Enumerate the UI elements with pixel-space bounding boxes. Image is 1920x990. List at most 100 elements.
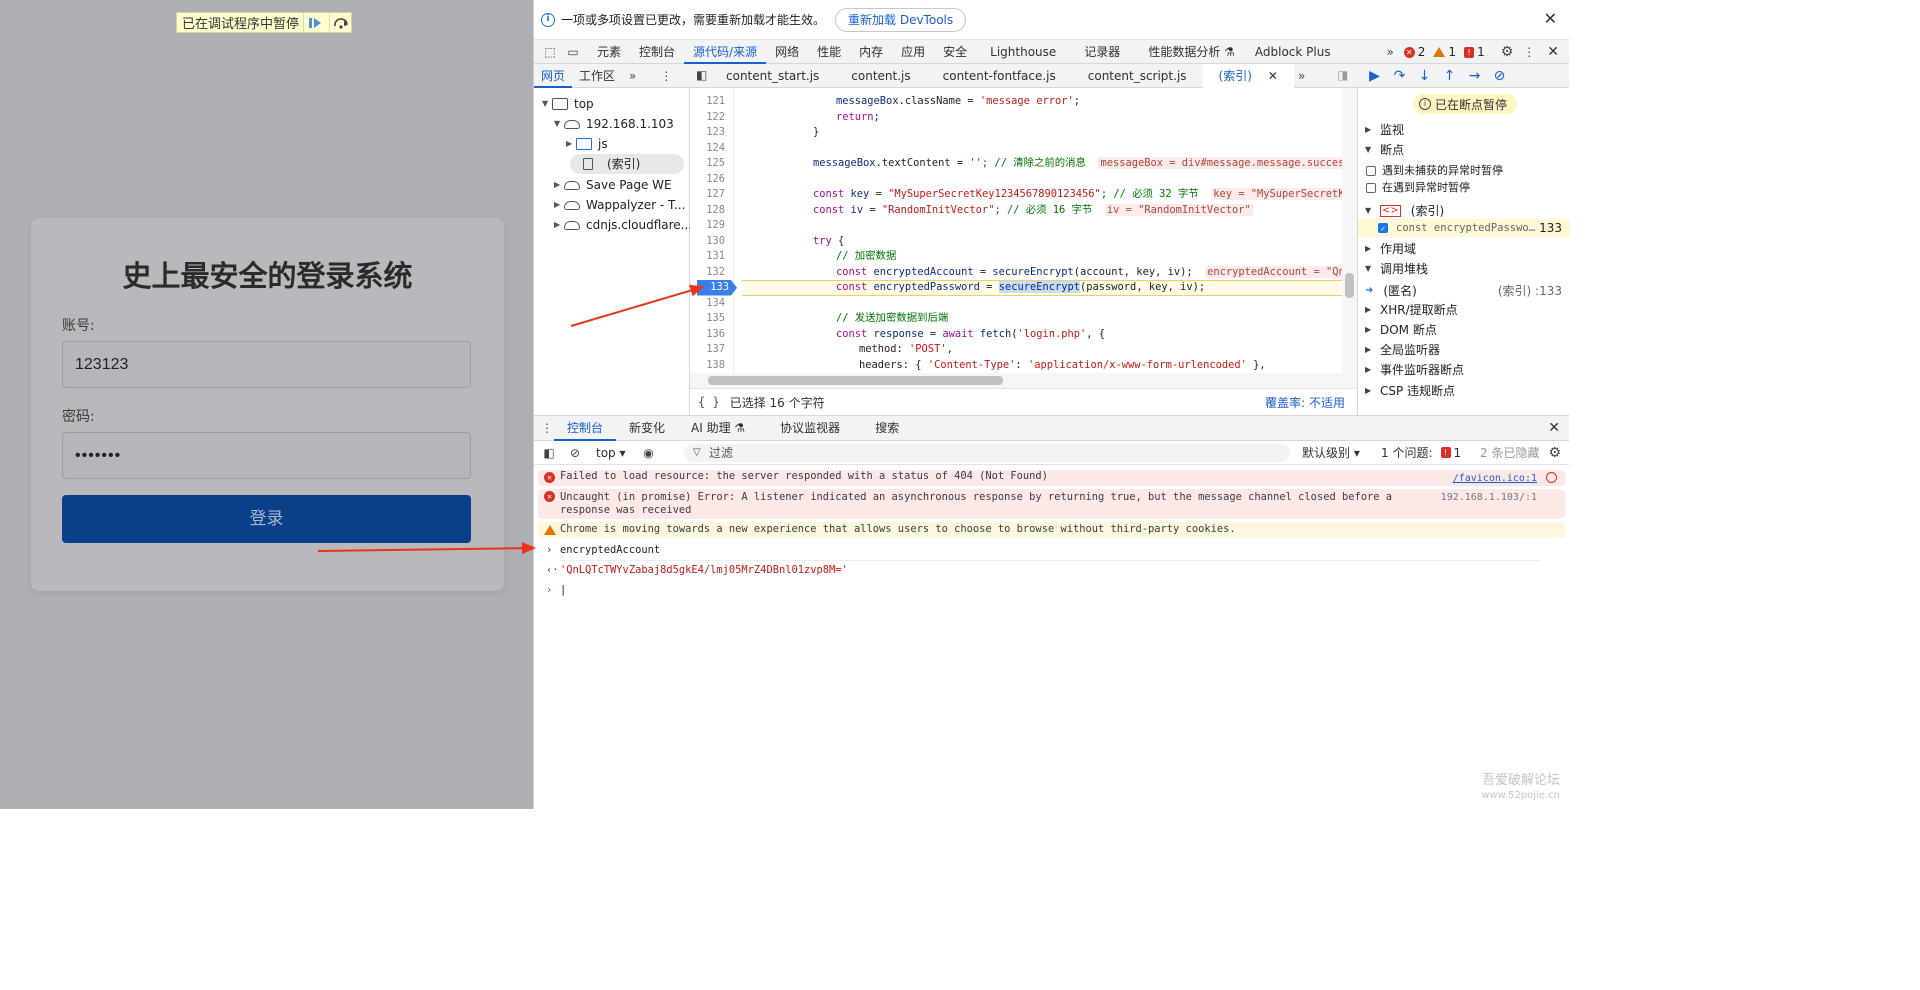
more-nav-icon[interactable]: » bbox=[622, 64, 643, 88]
issues-button[interactable]: 1 个问题:! 1 bbox=[1381, 444, 1461, 461]
toggle-debugger-icon[interactable]: ◨ bbox=[1337, 68, 1348, 82]
tab-page[interactable]: 网页 bbox=[534, 64, 573, 88]
tree-index[interactable]: (索引) bbox=[570, 154, 684, 174]
tree-ext-savepage[interactable]: ▶ Save Page WE bbox=[554, 175, 672, 195]
resume-button[interactable] bbox=[303, 13, 325, 32]
line-number[interactable]: 123 bbox=[690, 125, 725, 141]
eye-icon[interactable]: ◉ bbox=[638, 446, 660, 460]
message-source-link[interactable]: /favicon.ico:1 bbox=[1453, 472, 1537, 485]
nav-kebab-icon[interactable]: ⋮ bbox=[653, 64, 679, 88]
log-level-select[interactable]: 默认级别 ▾ bbox=[1302, 444, 1360, 461]
scroll-thumb[interactable] bbox=[708, 376, 1003, 385]
toggle-navigator-icon[interactable]: ◧ bbox=[696, 68, 707, 82]
drawer-tab-ai[interactable]: AI 助理 ⚗ bbox=[678, 416, 767, 441]
section-callstack[interactable]: ▼ 调用堆栈 bbox=[1358, 259, 1570, 279]
console-settings-icon[interactable]: ⚙ bbox=[1548, 445, 1561, 461]
error-badge[interactable]: ✕ 2 bbox=[1403, 45, 1425, 59]
console-filter-input[interactable]: ▽ 过滤 bbox=[684, 444, 1290, 462]
account-input[interactable]: 123123 bbox=[62, 341, 471, 388]
line-number[interactable]: 122 bbox=[690, 110, 725, 126]
tab-console[interactable]: 控制台 bbox=[630, 40, 684, 64]
tree-cdnjs[interactable]: ▶ cdnjs.cloudflare... bbox=[554, 215, 692, 235]
close-tab-icon[interactable]: ✕ bbox=[1268, 69, 1278, 83]
scroll-thumb[interactable] bbox=[1345, 273, 1354, 298]
close-drawer-icon[interactable]: ✕ bbox=[1548, 420, 1560, 436]
password-input[interactable]: ••••••• bbox=[62, 432, 471, 479]
line-number[interactable]: 127 bbox=[690, 187, 725, 203]
tab-adblock[interactable]: Adblock Plus bbox=[1249, 40, 1337, 64]
editor-vertical-scrollbar[interactable] bbox=[1342, 88, 1357, 373]
line-gutter[interactable]: 121 122 123 124 125 126 127 128 129 130 … bbox=[690, 88, 737, 374]
drawer-tab-console[interactable]: 控制台 bbox=[554, 416, 617, 441]
editor-horizontal-scrollbar[interactable] bbox=[690, 373, 1357, 388]
coverage-status[interactable]: 覆盖率: 不适用 bbox=[1265, 394, 1345, 411]
device-toggle-icon[interactable]: ▭ bbox=[566, 45, 580, 59]
section-watch[interactable]: ▶ 监视 bbox=[1358, 120, 1570, 140]
section-xhr[interactable]: ▶ XHR/提取断点 bbox=[1358, 300, 1570, 320]
step-over-button[interactable] bbox=[329, 13, 351, 32]
file-tab-content-script[interactable]: content_script.js bbox=[1072, 64, 1203, 88]
line-number[interactable]: 128 bbox=[690, 203, 725, 219]
callstack-frame[interactable]: ➜ (匿名) (索引) :133 bbox=[1358, 280, 1570, 300]
sidebar-toggle-icon[interactable]: ◧ bbox=[538, 446, 560, 460]
line-number[interactable]: 134 bbox=[690, 296, 725, 312]
file-tab-index[interactable]: (索引) ✕ bbox=[1202, 64, 1294, 88]
console-prompt[interactable]: › | bbox=[538, 583, 1565, 598]
line-number[interactable]: 124 bbox=[690, 141, 725, 157]
tab-application[interactable]: 应用 bbox=[892, 40, 934, 64]
drawer-tab-protocol[interactable]: 协议监视器 bbox=[767, 416, 862, 441]
drawer-tab-whats-new[interactable]: 新变化 bbox=[616, 416, 678, 441]
code-editor[interactable]: 121 122 123 124 125 126 127 128 129 130 … bbox=[690, 88, 1342, 373]
tab-memory[interactable]: 内存 bbox=[850, 40, 892, 64]
more-files-icon[interactable]: » bbox=[1294, 64, 1309, 88]
line-number[interactable]: 121 bbox=[690, 94, 725, 110]
tab-lighthouse[interactable]: Lighthouse bbox=[976, 40, 1070, 64]
tree-top[interactable]: ▼ top bbox=[542, 94, 594, 114]
context-select[interactable]: top ▾ bbox=[596, 446, 626, 460]
close-icon[interactable]: ✕ bbox=[1544, 9, 1557, 28]
login-button[interactable]: 登录 bbox=[62, 495, 471, 543]
step-out-icon[interactable]: ↑ bbox=[1437, 68, 1462, 84]
tab-sources[interactable]: 源代码/来源 bbox=[684, 40, 767, 64]
settings-gear-icon[interactable]: ⚙ bbox=[1501, 44, 1514, 60]
file-tab-content-start[interactable]: content_start.js bbox=[710, 64, 835, 88]
tree-host[interactable]: ▼ 192.168.1.103 bbox=[554, 114, 674, 134]
pretty-print-icon[interactable]: { } bbox=[698, 395, 720, 409]
line-number[interactable]: 132 bbox=[690, 265, 725, 281]
checkbox-icon[interactable] bbox=[1366, 165, 1376, 176]
file-tab-content-fontface[interactable]: content-fontface.js bbox=[927, 64, 1072, 88]
pause-uncaught-checkbox[interactable]: 遇到未捕获的异常时暂停 bbox=[1366, 162, 1503, 179]
tree-ext-wappalyzer[interactable]: ▶ Wappalyzer - T... bbox=[554, 195, 685, 215]
section-csp[interactable]: ▶ CSP 违规断点 bbox=[1358, 381, 1570, 401]
line-number[interactable]: 129 bbox=[690, 218, 725, 234]
step-icon[interactable]: → bbox=[1462, 68, 1487, 84]
line-number[interactable]: 131 bbox=[690, 249, 725, 265]
issue-badge[interactable]: ! 1 bbox=[1464, 45, 1485, 59]
section-scope[interactable]: ▶ 作用域 bbox=[1358, 239, 1570, 259]
section-event[interactable]: ▶ 事件监听器断点 bbox=[1358, 360, 1570, 380]
tab-performance[interactable]: 性能 bbox=[808, 40, 850, 64]
line-number[interactable]: 136 bbox=[690, 327, 725, 343]
deactivate-breakpoints-icon[interactable]: ⊘ bbox=[1487, 68, 1512, 84]
warning-badge[interactable]: 1 bbox=[1433, 45, 1456, 59]
breakpoint-item[interactable]: ✓ const encryptedPasswo… 133 bbox=[1358, 219, 1570, 237]
line-number[interactable]: 138 bbox=[690, 358, 725, 374]
resume-icon[interactable]: ▶︎ bbox=[1362, 68, 1387, 84]
drawer-tab-search[interactable]: 搜索 bbox=[862, 416, 912, 441]
tab-workspace[interactable]: 工作区 bbox=[572, 64, 622, 88]
tab-recorder[interactable]: 记录器 bbox=[1070, 40, 1134, 64]
bp-file-group[interactable]: ▼ <> (索引) bbox=[1358, 201, 1570, 221]
pause-caught-checkbox[interactable]: 在遇到异常时暂停 bbox=[1366, 179, 1470, 196]
tab-performance-insights[interactable]: 性能数据分析 ⚗ bbox=[1134, 40, 1249, 64]
section-global[interactable]: ▶ 全局监听器 bbox=[1358, 340, 1570, 360]
drawer-menu-icon[interactable]: ⋮ bbox=[540, 421, 554, 435]
reload-devtools-button[interactable]: 重新加载 DevTools bbox=[835, 7, 967, 32]
tree-js[interactable]: ▶ js bbox=[566, 134, 608, 154]
result-text[interactable]: 'QnLQTcTWYvZabaj8d5gkE4/lmj05MrZ4DBnl01z… bbox=[560, 564, 848, 576]
file-tab-content[interactable]: content.js bbox=[835, 64, 926, 88]
breakpoint-checkbox[interactable]: ✓ bbox=[1378, 223, 1388, 233]
tab-security[interactable]: 安全 bbox=[934, 40, 976, 64]
inspect-icon[interactable]: ⬚ bbox=[543, 45, 557, 59]
section-dom[interactable]: ▶ DOM 断点 bbox=[1358, 320, 1570, 340]
step-into-icon[interactable]: ↓ bbox=[1412, 68, 1437, 84]
